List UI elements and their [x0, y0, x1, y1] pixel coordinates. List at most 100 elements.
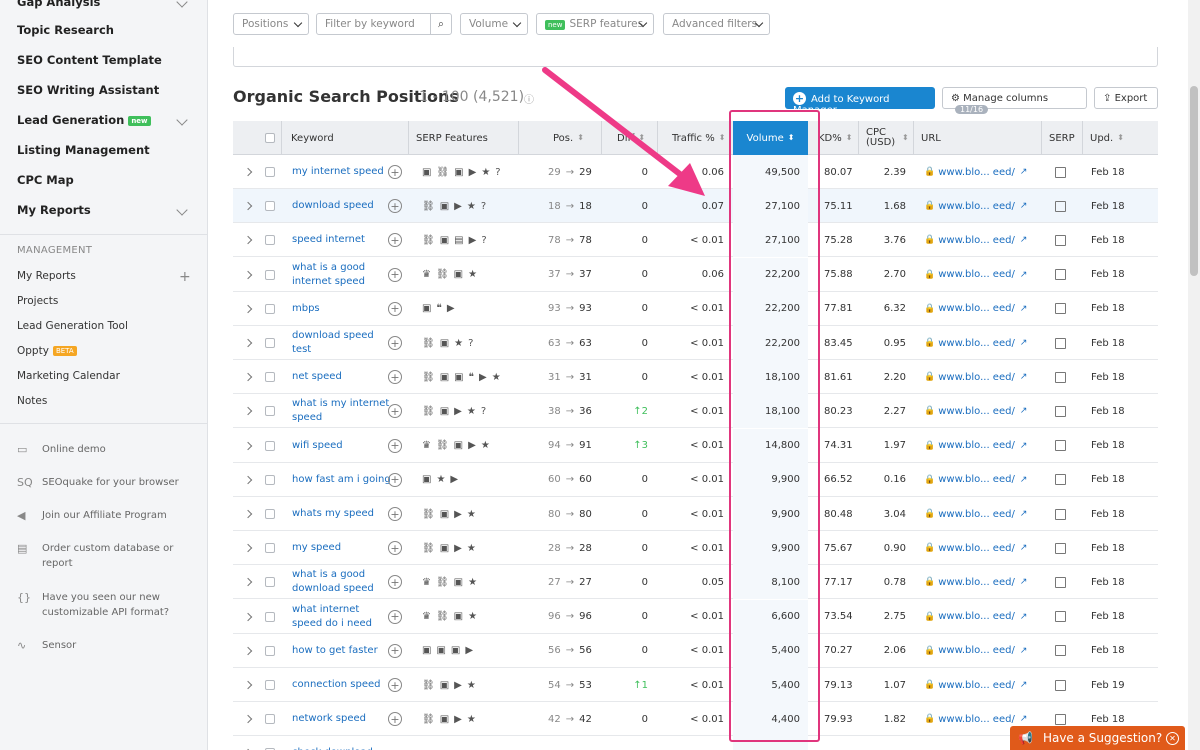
url-link[interactable]: www.blo... eed/	[938, 406, 1015, 417]
keyword-link[interactable]: wifi speed	[292, 439, 343, 453]
column-header-diff[interactable]: Diff ⬍	[617, 121, 645, 155]
expand-row-toggle[interactable]	[243, 463, 253, 497]
positions-filter[interactable]: Positions	[233, 13, 309, 35]
keyword-cell[interactable]: wifi speed	[292, 429, 392, 463]
url-link[interactable]: www.blo... eed/	[938, 611, 1015, 622]
chevron-down-icon[interactable]	[176, 114, 188, 126]
expand-row-toggle[interactable]	[243, 600, 253, 634]
keyword-cell[interactable]: my speed	[292, 531, 392, 565]
management-item-oppty[interactable]: Oppty BETA	[17, 345, 77, 357]
chevron-down-icon[interactable]	[176, 0, 188, 8]
row-checkbox[interactable]	[265, 155, 275, 189]
url-cell[interactable]: 🔒 www.blo... eed/ ↗	[924, 326, 1027, 360]
row-checkbox[interactable]	[265, 394, 275, 428]
row-checkbox[interactable]	[265, 258, 275, 292]
add-keyword-button[interactable]: +	[388, 497, 402, 531]
sidebar-item-topic-research[interactable]: Topic Research	[17, 23, 114, 37]
add-keyword-button[interactable]: +	[388, 189, 402, 223]
keyword-cell[interactable]: mbps	[292, 292, 392, 326]
row-checkbox[interactable]	[265, 497, 275, 531]
expand-row-toggle[interactable]	[243, 394, 253, 428]
external-link-icon[interactable]: ↗	[1020, 714, 1028, 724]
scrollbar[interactable]	[1188, 0, 1200, 750]
checkbox[interactable]	[265, 269, 275, 280]
serp-snapshot-button[interactable]	[1055, 394, 1066, 428]
sidebar-item-listing-management[interactable]: Listing Management	[17, 143, 150, 157]
add-keyword-button[interactable]: +	[388, 531, 402, 565]
expand-row-toggle[interactable]	[243, 702, 253, 736]
add-keyword-button[interactable]: +	[388, 600, 402, 634]
row-checkbox[interactable]	[265, 736, 275, 750]
keyword-link[interactable]: speed internet	[292, 233, 365, 247]
checkbox[interactable]	[265, 577, 275, 588]
checkbox[interactable]	[265, 611, 275, 622]
checkbox[interactable]	[265, 303, 275, 314]
url-cell[interactable]: 🔒 www.blo... eed/ ↗	[924, 292, 1027, 326]
column-header-kd[interactable]: KD% ⬍	[818, 121, 852, 155]
url-cell[interactable]: 🔒 www.blo... eed/ ↗	[924, 360, 1027, 394]
url-link[interactable]: www.blo... eed/	[938, 440, 1015, 451]
serp-snapshot-button[interactable]	[1055, 600, 1066, 634]
keyword-cell[interactable]: what is a good internet speed	[292, 258, 392, 292]
external-link-icon[interactable]: ↗	[1020, 577, 1028, 587]
url-link[interactable]: www.blo... eed/	[938, 577, 1015, 588]
row-checkbox[interactable]	[265, 223, 275, 257]
column-header-updated[interactable]: Upd. ⬍	[1090, 121, 1124, 155]
add-keyword-button[interactable]: +	[388, 326, 402, 360]
keyword-link[interactable]: net speed	[292, 370, 342, 384]
keyword-link[interactable]: what is my internet speed	[292, 397, 392, 425]
checkbox[interactable]	[265, 167, 275, 177]
keyword-link[interactable]: what internet speed do i need	[292, 603, 392, 631]
select-all-checkbox[interactable]	[265, 121, 275, 155]
row-checkbox[interactable]	[265, 531, 275, 565]
row-checkbox[interactable]	[265, 600, 275, 634]
url-link[interactable]: www.blo... eed/	[938, 680, 1015, 691]
keyword-cell[interactable]: download speed test	[292, 326, 392, 360]
keyword-cell[interactable]: what is my internet speed	[292, 394, 392, 428]
keyword-link[interactable]: what is a good download speed	[292, 568, 392, 596]
add-to-keyword-manager-button[interactable]: + Add to Keyword Manager	[785, 87, 935, 116]
expand-row-toggle[interactable]	[243, 223, 253, 257]
sidebar-item-my-reports[interactable]: My Reports	[17, 203, 91, 217]
keyword-filter-input[interactable]: Filter by keyword ⌕	[316, 13, 452, 35]
url-link[interactable]: www.blo... eed/	[938, 543, 1015, 554]
expand-row-toggle[interactable]	[243, 258, 253, 292]
expand-row-toggle[interactable]	[243, 565, 253, 599]
keyword-link[interactable]: download speed	[292, 199, 374, 213]
row-checkbox[interactable]	[265, 292, 275, 326]
url-cell[interactable]: 🔒 www.blo... eed/ ↗	[924, 223, 1027, 257]
keyword-cell[interactable]: what is a good download speed	[292, 565, 392, 599]
url-cell[interactable]: 🔒 www.blo... eed/ ↗	[924, 429, 1027, 463]
url-link[interactable]: www.blo... eed/	[938, 714, 1015, 725]
url-cell[interactable]: 🔒 www.blo... eed/ ↗	[924, 634, 1027, 668]
export-button[interactable]: ⇪ Export	[1094, 87, 1158, 109]
url-cell[interactable]: 🔒 www.blo... eed/ ↗	[924, 394, 1027, 428]
keyword-cell[interactable]: connection speed	[292, 668, 392, 702]
keyword-link[interactable]: what is a good internet speed	[292, 261, 392, 289]
url-cell[interactable]: 🔒 www.blo... eed/ ↗	[924, 668, 1027, 702]
serp-snapshot-button[interactable]	[1055, 155, 1066, 189]
chevron-down-icon[interactable]	[176, 204, 188, 216]
serp-snapshot-button[interactable]	[1055, 326, 1066, 360]
add-keyword-button[interactable]: +	[388, 429, 402, 463]
row-checkbox[interactable]	[265, 565, 275, 599]
checkbox[interactable]	[265, 680, 275, 690]
external-link-icon[interactable]: ↗	[1020, 509, 1028, 519]
keyword-link[interactable]: how fast am i going	[292, 473, 391, 487]
management-item-my-reports[interactable]: My Reports	[17, 270, 76, 282]
url-link[interactable]: www.blo... eed/	[938, 303, 1015, 314]
url-cell[interactable]: 🔒 www.blo... eed/ ↗	[924, 600, 1027, 634]
row-checkbox[interactable]	[265, 429, 275, 463]
expand-row-toggle[interactable]	[243, 326, 253, 360]
advanced-filters[interactable]: Advanced filters	[663, 13, 770, 35]
url-cell[interactable]: 🔒 www.blo... eed/ ↗	[924, 565, 1027, 599]
checkbox[interactable]	[265, 133, 275, 143]
scrollbar-thumb[interactable]	[1190, 86, 1198, 276]
manage-columns-button[interactable]: ⚙ Manage columns11/16	[942, 87, 1087, 114]
keyword-cell[interactable]: how fast am i going	[292, 463, 392, 497]
external-link-icon[interactable]: ↗	[1020, 372, 1028, 382]
row-checkbox[interactable]	[265, 702, 275, 736]
serp-snapshot-button[interactable]	[1055, 668, 1066, 702]
checkbox[interactable]	[265, 474, 275, 485]
add-keyword-button[interactable]: +	[388, 292, 402, 326]
